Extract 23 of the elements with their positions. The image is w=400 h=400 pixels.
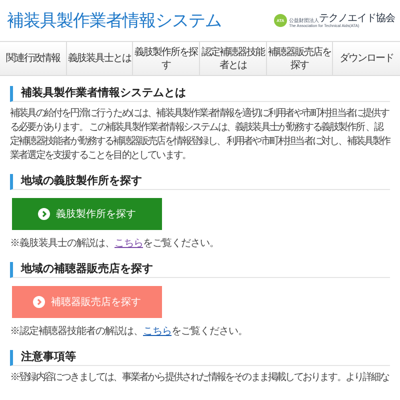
site-title[interactable]: 補装具製作業者情報システム	[7, 8, 222, 34]
note-text: ※義肢装具士の解説は、	[10, 236, 114, 251]
nav-link[interactable]: ダウンロード	[333, 42, 400, 75]
section-heading: 注意事項等	[10, 350, 390, 366]
paragraph: 補装具の給付を円滑に行うためには、補装具製作業者情報を適切に利用者や市町村担当者に提供する必要があります。 この補装具製作業者情報システムは、義肢装具士が勤務する義肢製作所 、認定補聴器技能者が勤務する補聴器販売店を情報登録し、 利用者や市町村担当者に対し、補装具製作業者選定を支援することを目的としています。	[10, 107, 390, 163]
nav-link[interactable]: 義肢製作所を探す	[133, 42, 200, 75]
nav-link[interactable]: 認定補聴器技能者とは	[200, 42, 267, 75]
search-button[interactable]: 義肢製作所を探す	[12, 198, 162, 230]
section-heading: 補装具製作業者情報システムとは	[10, 86, 390, 102]
logo-name: テクノエイド協会	[319, 14, 395, 24]
note-text: をご覧ください。	[143, 237, 219, 251]
nav-link[interactable]: 関連行政情報	[0, 42, 67, 75]
paragraph: ※登録内容につきましては、事業者から提供された情報をそのまま掲載しております。より詳細な	[10, 371, 390, 385]
section-heading: 地域の補聴器販売店を探す	[10, 262, 390, 278]
nav-link[interactable]: 補聴器販売店を探す	[266, 42, 334, 75]
chevron-circle-icon	[38, 208, 50, 220]
link[interactable]: こちら	[143, 324, 172, 339]
section-heading: 地域の義肢製作所を探す	[10, 174, 390, 190]
nav-link[interactable]: 義肢装具士とは	[66, 42, 134, 75]
note-text: をご覧ください。	[172, 325, 248, 339]
link[interactable]: こちら	[114, 236, 143, 251]
chevron-circle-icon	[33, 296, 45, 308]
note-text: ※認定補聴器技能者の解説は、	[10, 324, 143, 339]
